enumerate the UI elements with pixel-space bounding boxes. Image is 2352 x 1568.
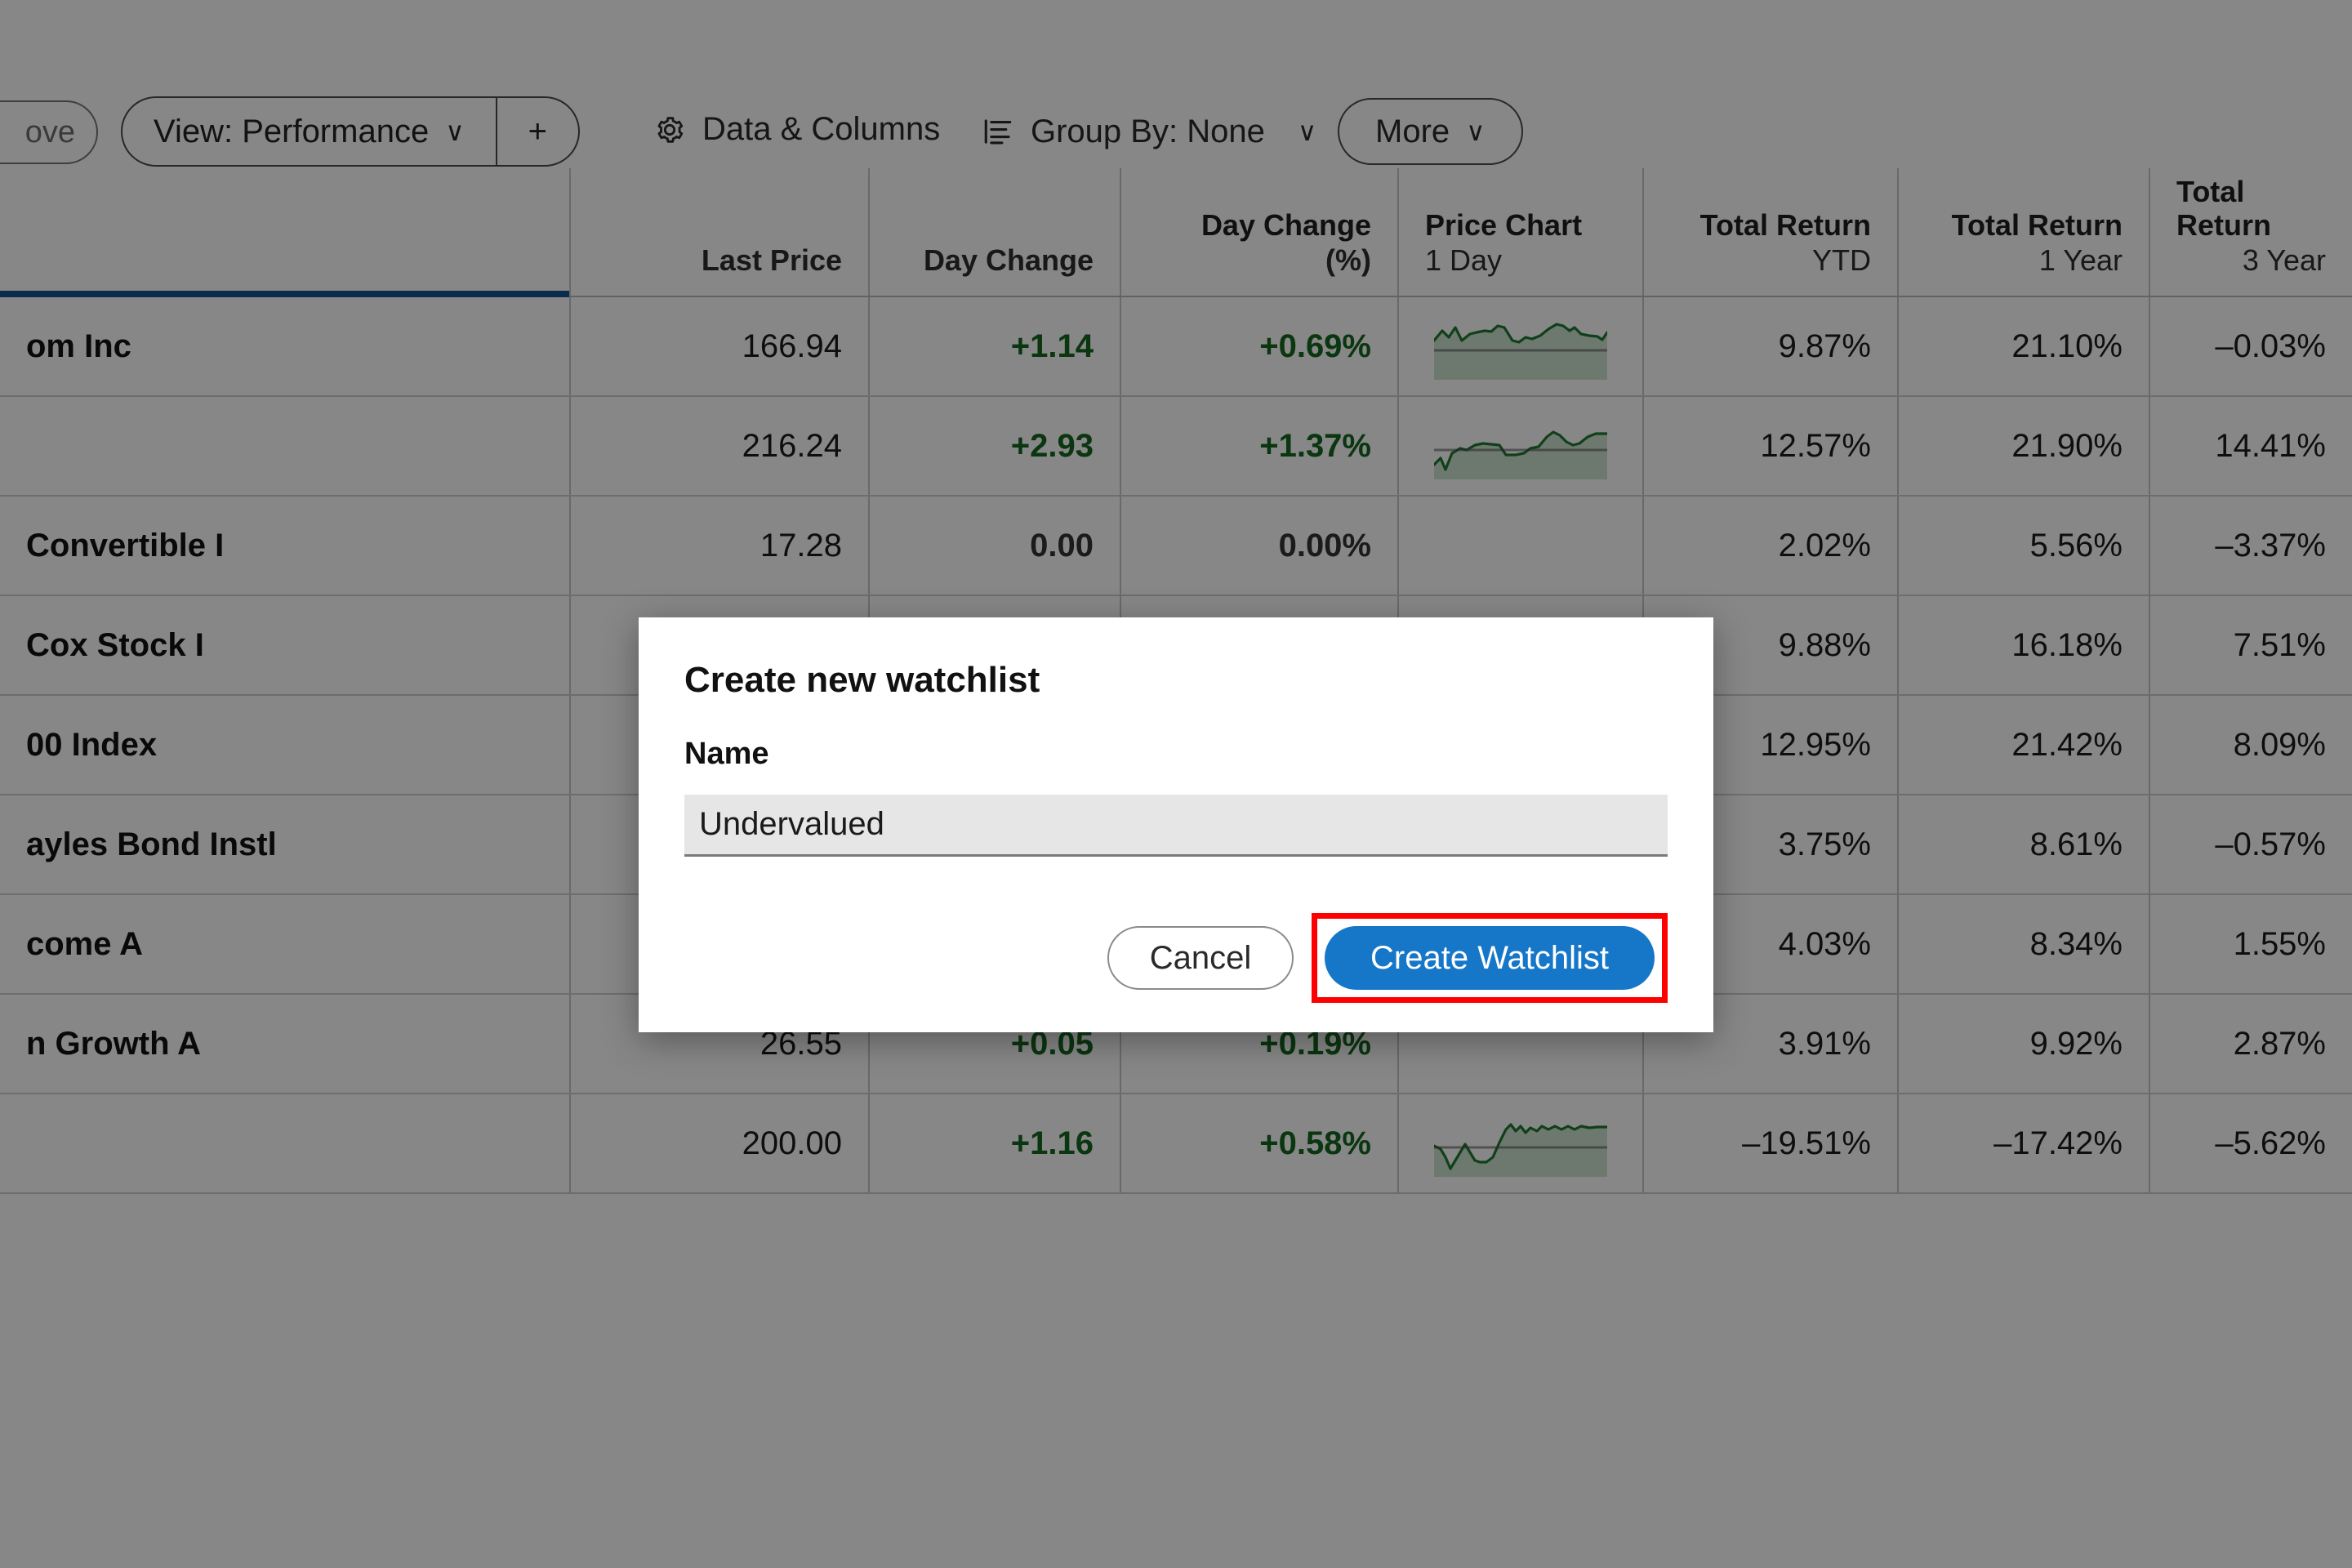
dialog-title: Create new watchlist — [684, 660, 1668, 701]
cancel-button[interactable]: Cancel — [1107, 926, 1294, 990]
create-watchlist-button[interactable]: Create Watchlist — [1325, 926, 1655, 990]
create-watchlist-highlight: Create Watchlist — [1312, 913, 1668, 1003]
name-field-label: Name — [684, 737, 1668, 772]
watchlist-name-input[interactable] — [684, 795, 1668, 857]
create-watchlist-dialog: Create new watchlist Name Cancel Create … — [639, 617, 1713, 1032]
dialog-actions: Cancel Create Watchlist — [1107, 913, 1668, 1003]
